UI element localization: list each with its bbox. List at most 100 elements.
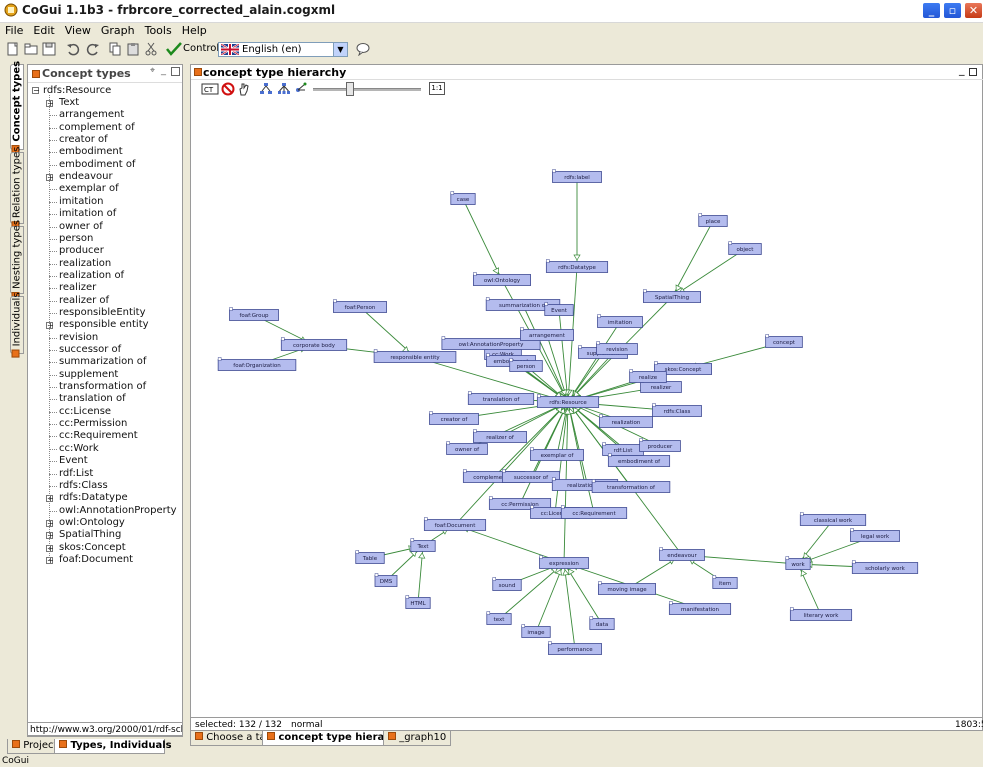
paste-icon[interactable] bbox=[126, 42, 140, 56]
concept-node[interactable]: moving image bbox=[597, 581, 656, 595]
concept-node[interactable]: corporate body bbox=[280, 337, 348, 351]
tree-item[interactable]: + Text bbox=[46, 97, 79, 109]
concept-node[interactable]: foaf:Document bbox=[423, 517, 487, 531]
tree-item[interactable]: complement of bbox=[46, 122, 135, 134]
concept-node[interactable]: producer bbox=[639, 438, 681, 452]
tree-item[interactable]: responsibleEntity bbox=[46, 307, 146, 319]
close-button[interactable]: ✕ bbox=[964, 2, 983, 19]
tree-item[interactable]: transformation of bbox=[46, 381, 146, 393]
concept-node[interactable]: rdfs:Class bbox=[652, 403, 702, 417]
menu-file[interactable]: File bbox=[0, 23, 28, 39]
concept-node[interactable]: image bbox=[521, 624, 551, 638]
menu-edit[interactable]: Edit bbox=[28, 23, 59, 39]
concept-node[interactable]: expression bbox=[539, 555, 589, 569]
tree-item[interactable]: summarization of bbox=[46, 356, 146, 368]
concept-node[interactable]: sound bbox=[492, 577, 522, 591]
layout-radial-icon[interactable] bbox=[293, 82, 307, 96]
tab-types-individuals[interactable]: Types, Individuals bbox=[54, 739, 172, 754]
concept-node[interactable]: revision bbox=[596, 341, 638, 355]
concept-node[interactable]: foaf:Organization bbox=[217, 357, 297, 371]
tree-item[interactable]: producer bbox=[46, 245, 104, 257]
tree-item[interactable]: + responsible entity bbox=[46, 319, 149, 331]
forbidden-icon[interactable] bbox=[221, 82, 235, 96]
tree-item[interactable]: imitation of bbox=[46, 208, 116, 220]
concept-node[interactable]: performance bbox=[548, 641, 602, 655]
control-check-icon[interactable] bbox=[166, 42, 182, 56]
concept-node[interactable]: realize bbox=[629, 369, 667, 383]
concept-node[interactable]: owner of bbox=[446, 441, 488, 455]
tab-individuals[interactable]: Individuals bbox=[10, 292, 24, 358]
tree-item[interactable]: imitation bbox=[46, 196, 104, 208]
menu-graph[interactable]: Graph bbox=[96, 23, 140, 39]
concept-node[interactable]: work bbox=[785, 556, 811, 570]
tree-item[interactable]: revision bbox=[46, 332, 98, 344]
zoom-slider-thumb[interactable] bbox=[346, 82, 354, 96]
concept-node[interactable]: foaf:Person bbox=[333, 299, 387, 313]
concept-node[interactable]: rdfs:Resource bbox=[536, 394, 600, 408]
tree-item[interactable]: exemplar of bbox=[46, 183, 119, 195]
tree-item[interactable]: realizer bbox=[46, 282, 96, 294]
tree-item[interactable]: realizer of bbox=[46, 295, 109, 307]
concept-node[interactable]: embodiment of bbox=[607, 453, 671, 467]
ct-icon[interactable]: CT bbox=[201, 82, 219, 96]
concept-node[interactable]: literary work bbox=[789, 607, 853, 621]
open-icon[interactable] bbox=[24, 42, 38, 56]
minimize-panel-icon[interactable]: _ bbox=[161, 65, 166, 76]
undo-icon[interactable] bbox=[66, 42, 80, 56]
concept-node[interactable]: data bbox=[589, 616, 615, 630]
concept-node[interactable]: foaf:Group bbox=[229, 307, 279, 321]
tree-item[interactable]: embodiment bbox=[46, 146, 123, 158]
zoom-slider-track[interactable] bbox=[313, 88, 421, 91]
concept-node[interactable]: owl:Ontology bbox=[472, 272, 531, 286]
tree-item[interactable]: owner of bbox=[46, 221, 103, 233]
concept-node[interactable]: translation of bbox=[467, 391, 535, 405]
concept-node[interactable]: realization bbox=[599, 414, 653, 428]
concept-node[interactable]: successor of bbox=[501, 469, 560, 483]
tree-item[interactable]: + endeavour bbox=[46, 171, 113, 183]
maximize-panel-icon[interactable] bbox=[969, 68, 977, 76]
concept-node[interactable]: place bbox=[698, 213, 728, 227]
language-select[interactable]: English (en) ▼ bbox=[218, 42, 348, 57]
tree-item[interactable]: embodiment of bbox=[46, 159, 135, 171]
tree-item[interactable]: successor of bbox=[46, 344, 121, 356]
tree-item[interactable]: + owl:Ontology bbox=[46, 517, 125, 529]
tree-item[interactable]: + SpatialThing bbox=[46, 529, 121, 541]
concept-node[interactable]: Event bbox=[544, 302, 574, 316]
tree-item[interactable]: realization of bbox=[46, 270, 124, 282]
maximize-panel-icon[interactable] bbox=[171, 67, 180, 76]
concept-node[interactable]: DMS bbox=[374, 573, 398, 587]
tree-item[interactable]: arrangement bbox=[46, 109, 124, 121]
concept-node[interactable]: rdfs:label bbox=[552, 169, 602, 183]
tree-item[interactable]: cc:Requirement bbox=[46, 430, 138, 442]
tree-item[interactable]: rdf:List bbox=[46, 468, 93, 480]
concept-node[interactable]: endeavour bbox=[659, 547, 705, 561]
concept-node[interactable]: text bbox=[486, 611, 512, 625]
tree-item[interactable]: cc:License bbox=[46, 406, 111, 418]
menu-view[interactable]: View bbox=[60, 23, 96, 39]
speech-bubble-icon[interactable] bbox=[356, 42, 370, 56]
concept-node[interactable]: transformation of bbox=[591, 479, 671, 493]
concept-node[interactable]: scholarly work bbox=[851, 560, 919, 574]
concept-node[interactable]: cc:Requirement bbox=[560, 505, 628, 519]
control-label[interactable]: Control bbox=[183, 43, 219, 54]
tree-root[interactable]: − rdfs:Resource bbox=[32, 85, 111, 97]
concept-node[interactable]: legal work bbox=[850, 528, 900, 542]
concept-node[interactable]: Table bbox=[355, 550, 385, 564]
menu-tools[interactable]: Tools bbox=[140, 23, 177, 39]
menu-help[interactable]: Help bbox=[177, 23, 212, 39]
concept-node[interactable]: arrangement bbox=[520, 327, 574, 341]
graph-canvas[interactable]: rdfs:Resource rdfs:label case rdfs:Datatype… bbox=[191, 99, 982, 717]
concept-node[interactable]: creator of bbox=[429, 411, 479, 425]
concept-node[interactable]: HTML bbox=[405, 595, 431, 609]
tree-item[interactable]: supplement bbox=[46, 369, 118, 381]
tree-item[interactable]: realization bbox=[46, 258, 111, 270]
tree-item[interactable]: Event bbox=[46, 455, 88, 467]
chevron-down-icon[interactable]: ▼ bbox=[333, 43, 347, 56]
concept-node[interactable]: person bbox=[509, 358, 543, 372]
concept-node[interactable]: case bbox=[450, 191, 476, 205]
tree-item[interactable]: + skos:Concept bbox=[46, 542, 126, 554]
tab-graph10[interactable]: _graph10 bbox=[383, 731, 452, 746]
tab-relation-types[interactable]: Relation types bbox=[10, 147, 24, 230]
tab-nesting-types[interactable]: Nesting types bbox=[10, 220, 24, 301]
tree-item[interactable]: cc:Permission bbox=[46, 418, 127, 430]
